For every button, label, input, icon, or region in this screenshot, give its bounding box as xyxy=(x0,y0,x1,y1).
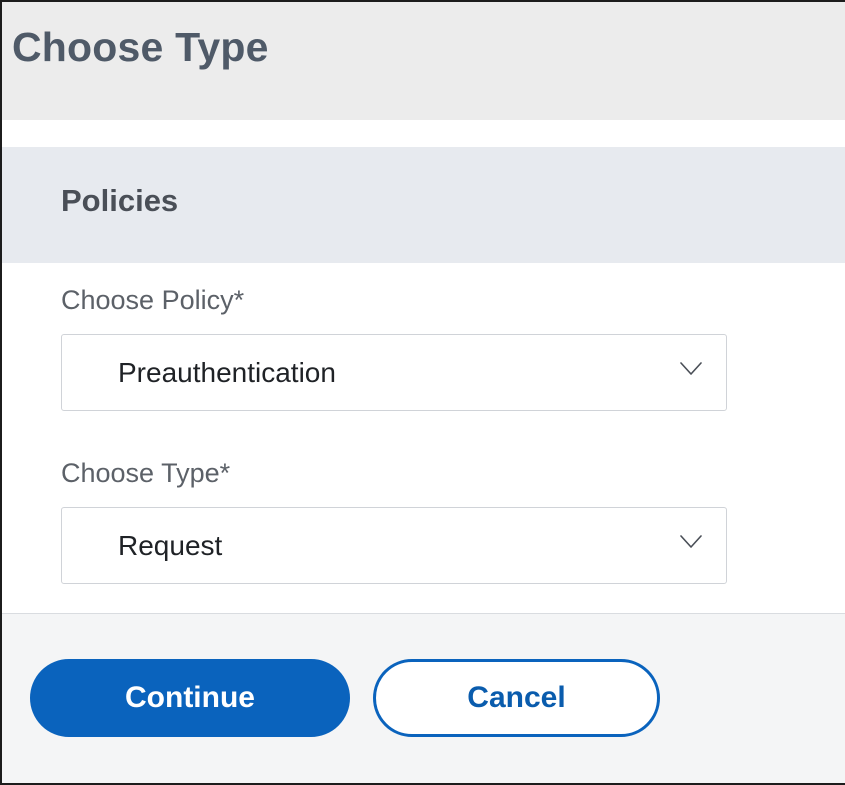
choose-policy-label: Choose Policy* xyxy=(61,285,245,315)
choose-type-dialog: Choose Type Policies Choose Policy* Prea… xyxy=(0,0,845,785)
chevron-down-icon xyxy=(680,535,702,548)
chevron-down-icon xyxy=(680,362,702,375)
choose-policy-select[interactable]: Preauthentication xyxy=(61,334,727,411)
cancel-button[interactable]: Cancel xyxy=(373,659,660,737)
dialog-footer: Continue Cancel xyxy=(2,614,845,783)
page-title: Choose Type xyxy=(12,24,269,70)
choose-type-select[interactable]: Request xyxy=(61,507,727,584)
section-title: Policies xyxy=(61,183,179,218)
choose-type-label: Choose Type* xyxy=(61,458,231,488)
dialog-title-bar: Choose Type xyxy=(2,2,845,120)
choose-policy-value: Preauthentication xyxy=(118,357,336,388)
continue-button[interactable]: Continue xyxy=(30,659,350,737)
choose-type-value: Request xyxy=(118,530,223,561)
policies-section-header: Policies xyxy=(2,147,845,263)
